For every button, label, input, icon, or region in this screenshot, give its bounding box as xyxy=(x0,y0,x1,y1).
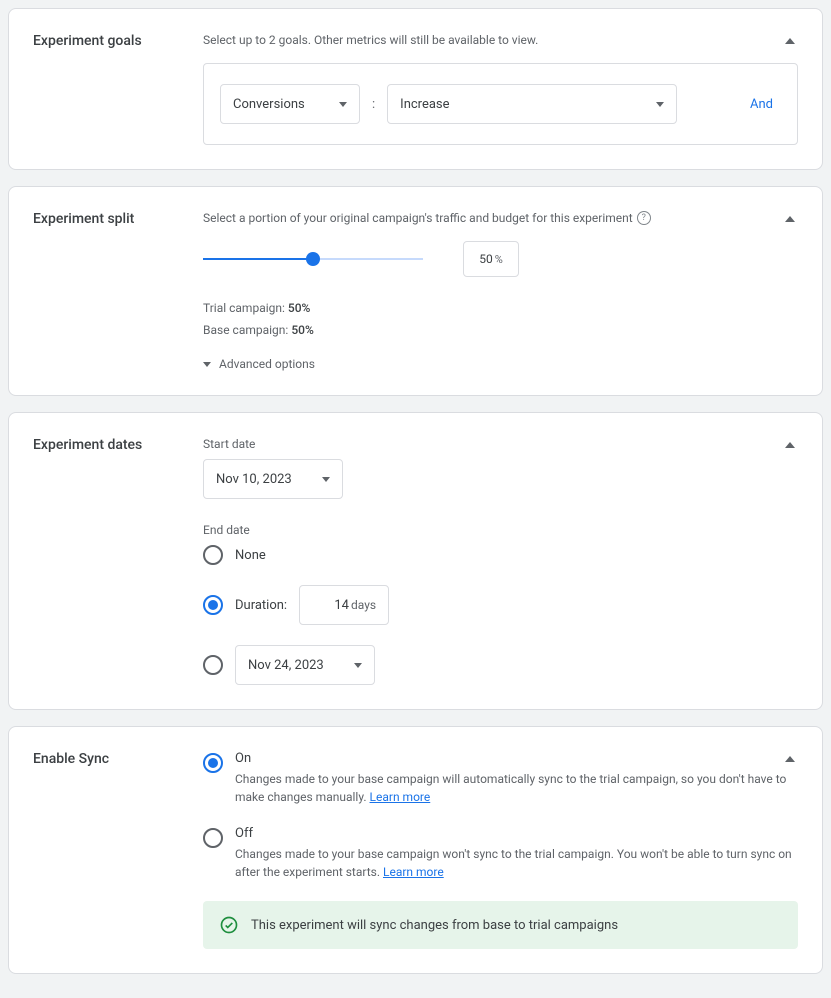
end-date-specific-radio[interactable] xyxy=(203,655,223,675)
end-date-none-radio[interactable] xyxy=(203,545,223,565)
section-title: Experiment dates xyxy=(33,437,203,453)
duration-input[interactable]: 14days xyxy=(299,585,389,625)
trial-split-text: Trial campaign: 50% xyxy=(203,301,798,315)
split-slider[interactable] xyxy=(203,258,423,260)
learn-more-link[interactable]: Learn more xyxy=(370,790,431,804)
chevron-up-icon xyxy=(785,756,795,762)
sync-status-banner: This experiment will sync changes from b… xyxy=(203,901,798,949)
collapse-button[interactable] xyxy=(778,747,802,771)
collapse-button[interactable] xyxy=(778,207,802,231)
chevron-down-icon xyxy=(656,102,664,107)
chevron-up-icon xyxy=(785,216,795,222)
chevron-up-icon xyxy=(785,38,795,44)
experiment-split-card: Experiment split Select a portion of you… xyxy=(8,186,823,396)
add-goal-link[interactable]: And xyxy=(750,97,781,112)
enable-sync-card: Enable Sync On Changes made to your base… xyxy=(8,726,823,974)
sync-on-label: On xyxy=(235,751,798,766)
goals-input-row: Conversions : Increase And xyxy=(203,63,798,145)
goals-helper-text: Select up to 2 goals. Other metrics will… xyxy=(203,33,798,47)
sync-on-radio[interactable] xyxy=(203,753,223,773)
start-date-label: Start date xyxy=(203,437,798,451)
split-percent-input[interactable]: 50% xyxy=(463,241,519,277)
start-date-picker[interactable]: Nov 10, 2023 xyxy=(203,459,343,499)
chevron-up-icon xyxy=(785,442,795,448)
end-date-none-label: None xyxy=(235,548,266,563)
split-helper-text: Select a portion of your original campai… xyxy=(203,211,798,225)
learn-more-link[interactable]: Learn more xyxy=(383,865,444,879)
collapse-button[interactable] xyxy=(778,29,802,53)
metric-select[interactable]: Conversions xyxy=(220,84,360,124)
colon-separator: : xyxy=(372,97,375,112)
chevron-down-icon xyxy=(322,477,330,482)
section-title: Experiment split xyxy=(33,211,203,227)
slider-thumb[interactable] xyxy=(306,252,320,266)
direction-select[interactable]: Increase xyxy=(387,84,677,124)
collapse-button[interactable] xyxy=(778,433,802,457)
base-split-text: Base campaign: 50% xyxy=(203,323,798,337)
metric-value: Conversions xyxy=(233,97,305,112)
experiment-dates-card: Experiment dates Start date Nov 10, 2023… xyxy=(8,412,823,710)
end-date-picker[interactable]: Nov 24, 2023 xyxy=(235,645,375,685)
section-title: Experiment goals xyxy=(33,33,203,49)
check-circle-icon xyxy=(219,915,239,935)
chevron-down-icon xyxy=(203,362,211,367)
direction-value: Increase xyxy=(400,97,449,112)
experiment-goals-card: Experiment goals Select up to 2 goals. O… xyxy=(8,8,823,170)
sync-on-description: Changes made to your base campaign will … xyxy=(235,770,798,806)
banner-text: This experiment will sync changes from b… xyxy=(251,918,618,933)
end-date-duration-radio[interactable] xyxy=(203,595,223,615)
duration-label: Duration: xyxy=(235,598,287,613)
chevron-down-icon xyxy=(354,663,362,668)
end-date-label: End date xyxy=(203,523,798,537)
advanced-options-toggle[interactable]: Advanced options xyxy=(203,357,798,371)
section-title: Enable Sync xyxy=(33,751,203,767)
end-date-value: Nov 24, 2023 xyxy=(248,658,324,673)
help-icon[interactable]: ? xyxy=(637,211,651,225)
sync-off-radio[interactable] xyxy=(203,828,223,848)
chevron-down-icon xyxy=(339,102,347,107)
start-date-value: Nov 10, 2023 xyxy=(216,472,292,487)
sync-off-label: Off xyxy=(235,826,798,841)
sync-off-description: Changes made to your base campaign won't… xyxy=(235,845,798,881)
